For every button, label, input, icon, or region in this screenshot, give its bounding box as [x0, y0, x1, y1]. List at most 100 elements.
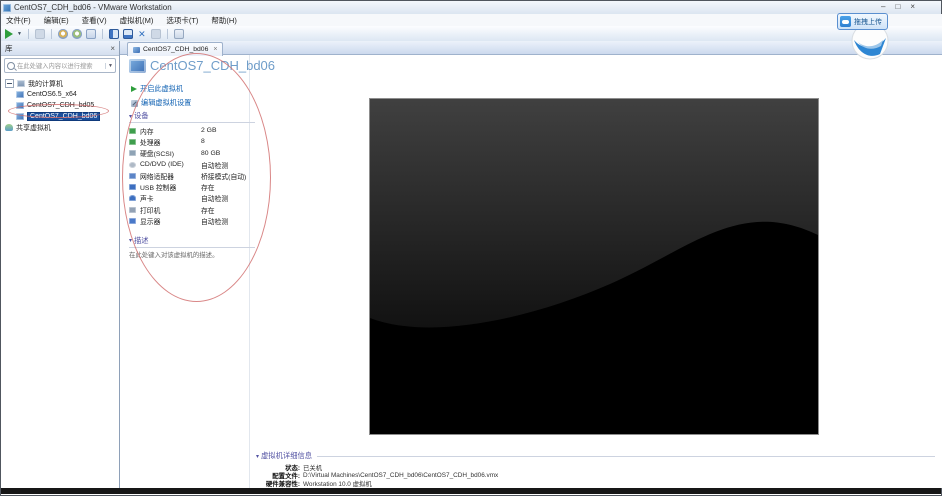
description-section: ▾ 描述 在此处键入对该虚拟机的描述。 [129, 236, 255, 259]
tree-item-label: 共享虚拟机 [16, 124, 51, 132]
detail-row-state: 状态: 已关机 [256, 463, 935, 472]
tree-item-bd05[interactable]: CentOS7_CDH_bd05 [1, 100, 119, 111]
detail-value: Workstation 10.0 虚拟机 [303, 480, 372, 488]
toolbar: ▼ ✕ [1, 26, 942, 42]
wrench-icon [131, 99, 138, 107]
tab-close-icon[interactable]: × [213, 46, 217, 53]
menu-tabs[interactable]: 选项卡(T) [166, 15, 198, 26]
device-label: 打印机 [140, 207, 161, 215]
device-label: 声卡 [140, 196, 154, 204]
vm-details-section: ▾ 虚拟机详细信息 状态: 已关机 配置文件: D:\Virtual Machi… [256, 451, 935, 488]
description-section-header[interactable]: ▾ 描述 [129, 236, 255, 248]
printer-icon [129, 206, 136, 213]
tree-item-my-computer[interactable]: 我的计算机 [1, 78, 119, 89]
device-value: 2 GB [201, 127, 217, 135]
menu-view[interactable]: 查看(V) [82, 15, 107, 26]
toolbar-separator [101, 28, 103, 39]
vm-header: CentOS7_CDH_bd06 [129, 58, 275, 73]
vm-summary-view: CentOS7_CDH_bd06 × CentOS7_CDH_bd06 开启此虚… [120, 41, 942, 488]
header-rule [317, 455, 935, 457]
power-on-icon[interactable] [5, 28, 13, 39]
device-label: 显示器 [140, 219, 161, 227]
toolbar-separator [50, 28, 52, 39]
vm-actions: 开启此虚拟机 编辑虚拟机设置 [131, 84, 191, 108]
devices-section-header[interactable]: ▾ 设备 [129, 111, 255, 123]
show-library-icon[interactable] [108, 28, 119, 39]
unity-icon[interactable] [150, 28, 161, 39]
drag-upload-button[interactable]: 拖拽上传 [837, 13, 888, 30]
power-on-link[interactable]: 开启此虚拟机 [131, 84, 191, 94]
cd-dvd-icon [129, 161, 136, 168]
details-section-header[interactable]: ▾ 虚拟机详细信息 [256, 451, 935, 462]
close-button[interactable]: × [910, 1, 915, 13]
description-placeholder[interactable]: 在此处键入对该虚拟机的描述。 [129, 250, 255, 259]
snapshot-manager-icon[interactable] [85, 28, 96, 39]
detail-value: 已关机 [303, 464, 323, 472]
device-row-display[interactable]: 显示器 自动检测 [129, 215, 255, 226]
menu-vm[interactable]: 虚拟机(M) [120, 15, 154, 26]
menu-help[interactable]: 帮助(H) [211, 15, 236, 26]
device-row-cpu[interactable]: 处理器 8 [129, 136, 255, 147]
library-header: 库 × [1, 41, 119, 56]
toolbar-separator [166, 28, 168, 39]
shared-vm-icon [5, 124, 13, 131]
tree-collapse-icon[interactable] [5, 79, 14, 88]
vm-icon [16, 113, 24, 120]
device-value: 桥接模式(自动) [201, 173, 247, 181]
device-row-sound[interactable]: 声卡 自动检测 [129, 193, 255, 204]
device-summary: ▾ 设备 内存 2 GB 处理器 8 硬盘(SCSI) 80 GB CD/DVD… [129, 111, 255, 259]
device-row-cddvd[interactable]: CD/DVD (IDE) 自动检测 [129, 159, 255, 170]
device-row-printer[interactable]: 打印机 存在 [129, 204, 255, 215]
tree-item-bd06-selected[interactable]: CentOS7_CDH_bd06 [1, 111, 119, 122]
tree-item-shared-vms[interactable]: 共享虚拟机 [1, 122, 119, 133]
play-icon [131, 86, 137, 92]
search-placeholder: 在此处键入内容以进行搜索 [17, 63, 93, 70]
edit-settings-link[interactable]: 编辑虚拟机设置 [131, 98, 191, 108]
menu-edit[interactable]: 编辑(E) [44, 15, 69, 26]
upload-label: 拖拽上传 [854, 18, 882, 26]
description-header-label: 描述 [134, 235, 149, 245]
tree-item-centos65[interactable]: CentOS6.5_x64 [1, 89, 119, 100]
device-row-disk[interactable]: 硬盘(SCSI) 80 GB [129, 148, 255, 159]
vm-console-thumbnail[interactable] [369, 98, 819, 435]
title-bar: CentOS7_CDH_bd06 - VMware Workstation – … [1, 1, 941, 15]
device-row-usb[interactable]: USB 控制器 存在 [129, 181, 255, 192]
show-thumbnail-bar-icon[interactable] [122, 28, 133, 39]
maximize-button[interactable]: □ [895, 1, 900, 13]
device-value: 自动检测 [201, 219, 229, 227]
detail-label: 硬件兼容性: [265, 480, 300, 488]
search-input[interactable]: 在此处键入内容以进行搜索 ▼ [4, 58, 116, 73]
tab-centos7-cdh-bd06[interactable]: CentOS7_CDH_bd06 × [127, 42, 224, 56]
minimize-button[interactable]: – [881, 1, 885, 13]
tree-item-label: CentOS7_CDH_bd05 [27, 102, 95, 109]
computer-icon [17, 80, 25, 87]
device-row-network[interactable]: 网络适配器 桥接模式(自动) [129, 170, 255, 181]
cloud-upload-icon [840, 16, 851, 27]
device-label: USB 控制器 [140, 185, 177, 193]
device-value: 8 [201, 138, 205, 146]
menu-file[interactable]: 文件(F) [6, 15, 31, 26]
power-dropdown-icon[interactable]: ▼ [17, 29, 22, 39]
device-label: 处理器 [140, 139, 161, 147]
search-icon [7, 61, 15, 70]
library-panel: 库 × 在此处键入内容以进行搜索 ▼ 我的计算机 CentOS6.5_x64 C… [1, 41, 120, 488]
devices-header-label: 设备 [134, 111, 149, 120]
device-row-memory[interactable]: 内存 2 GB [129, 125, 255, 136]
search-dropdown-icon[interactable]: ▼ [105, 62, 113, 69]
fullscreen-icon[interactable]: ✕ [137, 29, 147, 39]
snapshot-revert-icon[interactable] [71, 28, 82, 39]
tab-label: CentOS7_CDH_bd06 [143, 46, 209, 53]
tree-item-label: CentOS7_CDH_bd06 [27, 112, 101, 121]
library-close-icon[interactable]: × [110, 44, 115, 53]
device-value: 存在 [201, 185, 215, 193]
vmware-app-icon [3, 3, 11, 12]
device-label: 网络适配器 [140, 173, 174, 181]
details-header-label: 虚拟机详细信息 [261, 451, 313, 460]
disk-icon [129, 150, 136, 157]
snapshot-take-icon[interactable] [57, 28, 68, 39]
console-view-icon[interactable] [173, 28, 184, 39]
chevron-down-icon: ▾ [129, 238, 133, 245]
device-label: 硬盘(SCSI) [140, 151, 174, 159]
vm-icon [133, 46, 140, 53]
suspend-icon[interactable] [34, 28, 45, 39]
